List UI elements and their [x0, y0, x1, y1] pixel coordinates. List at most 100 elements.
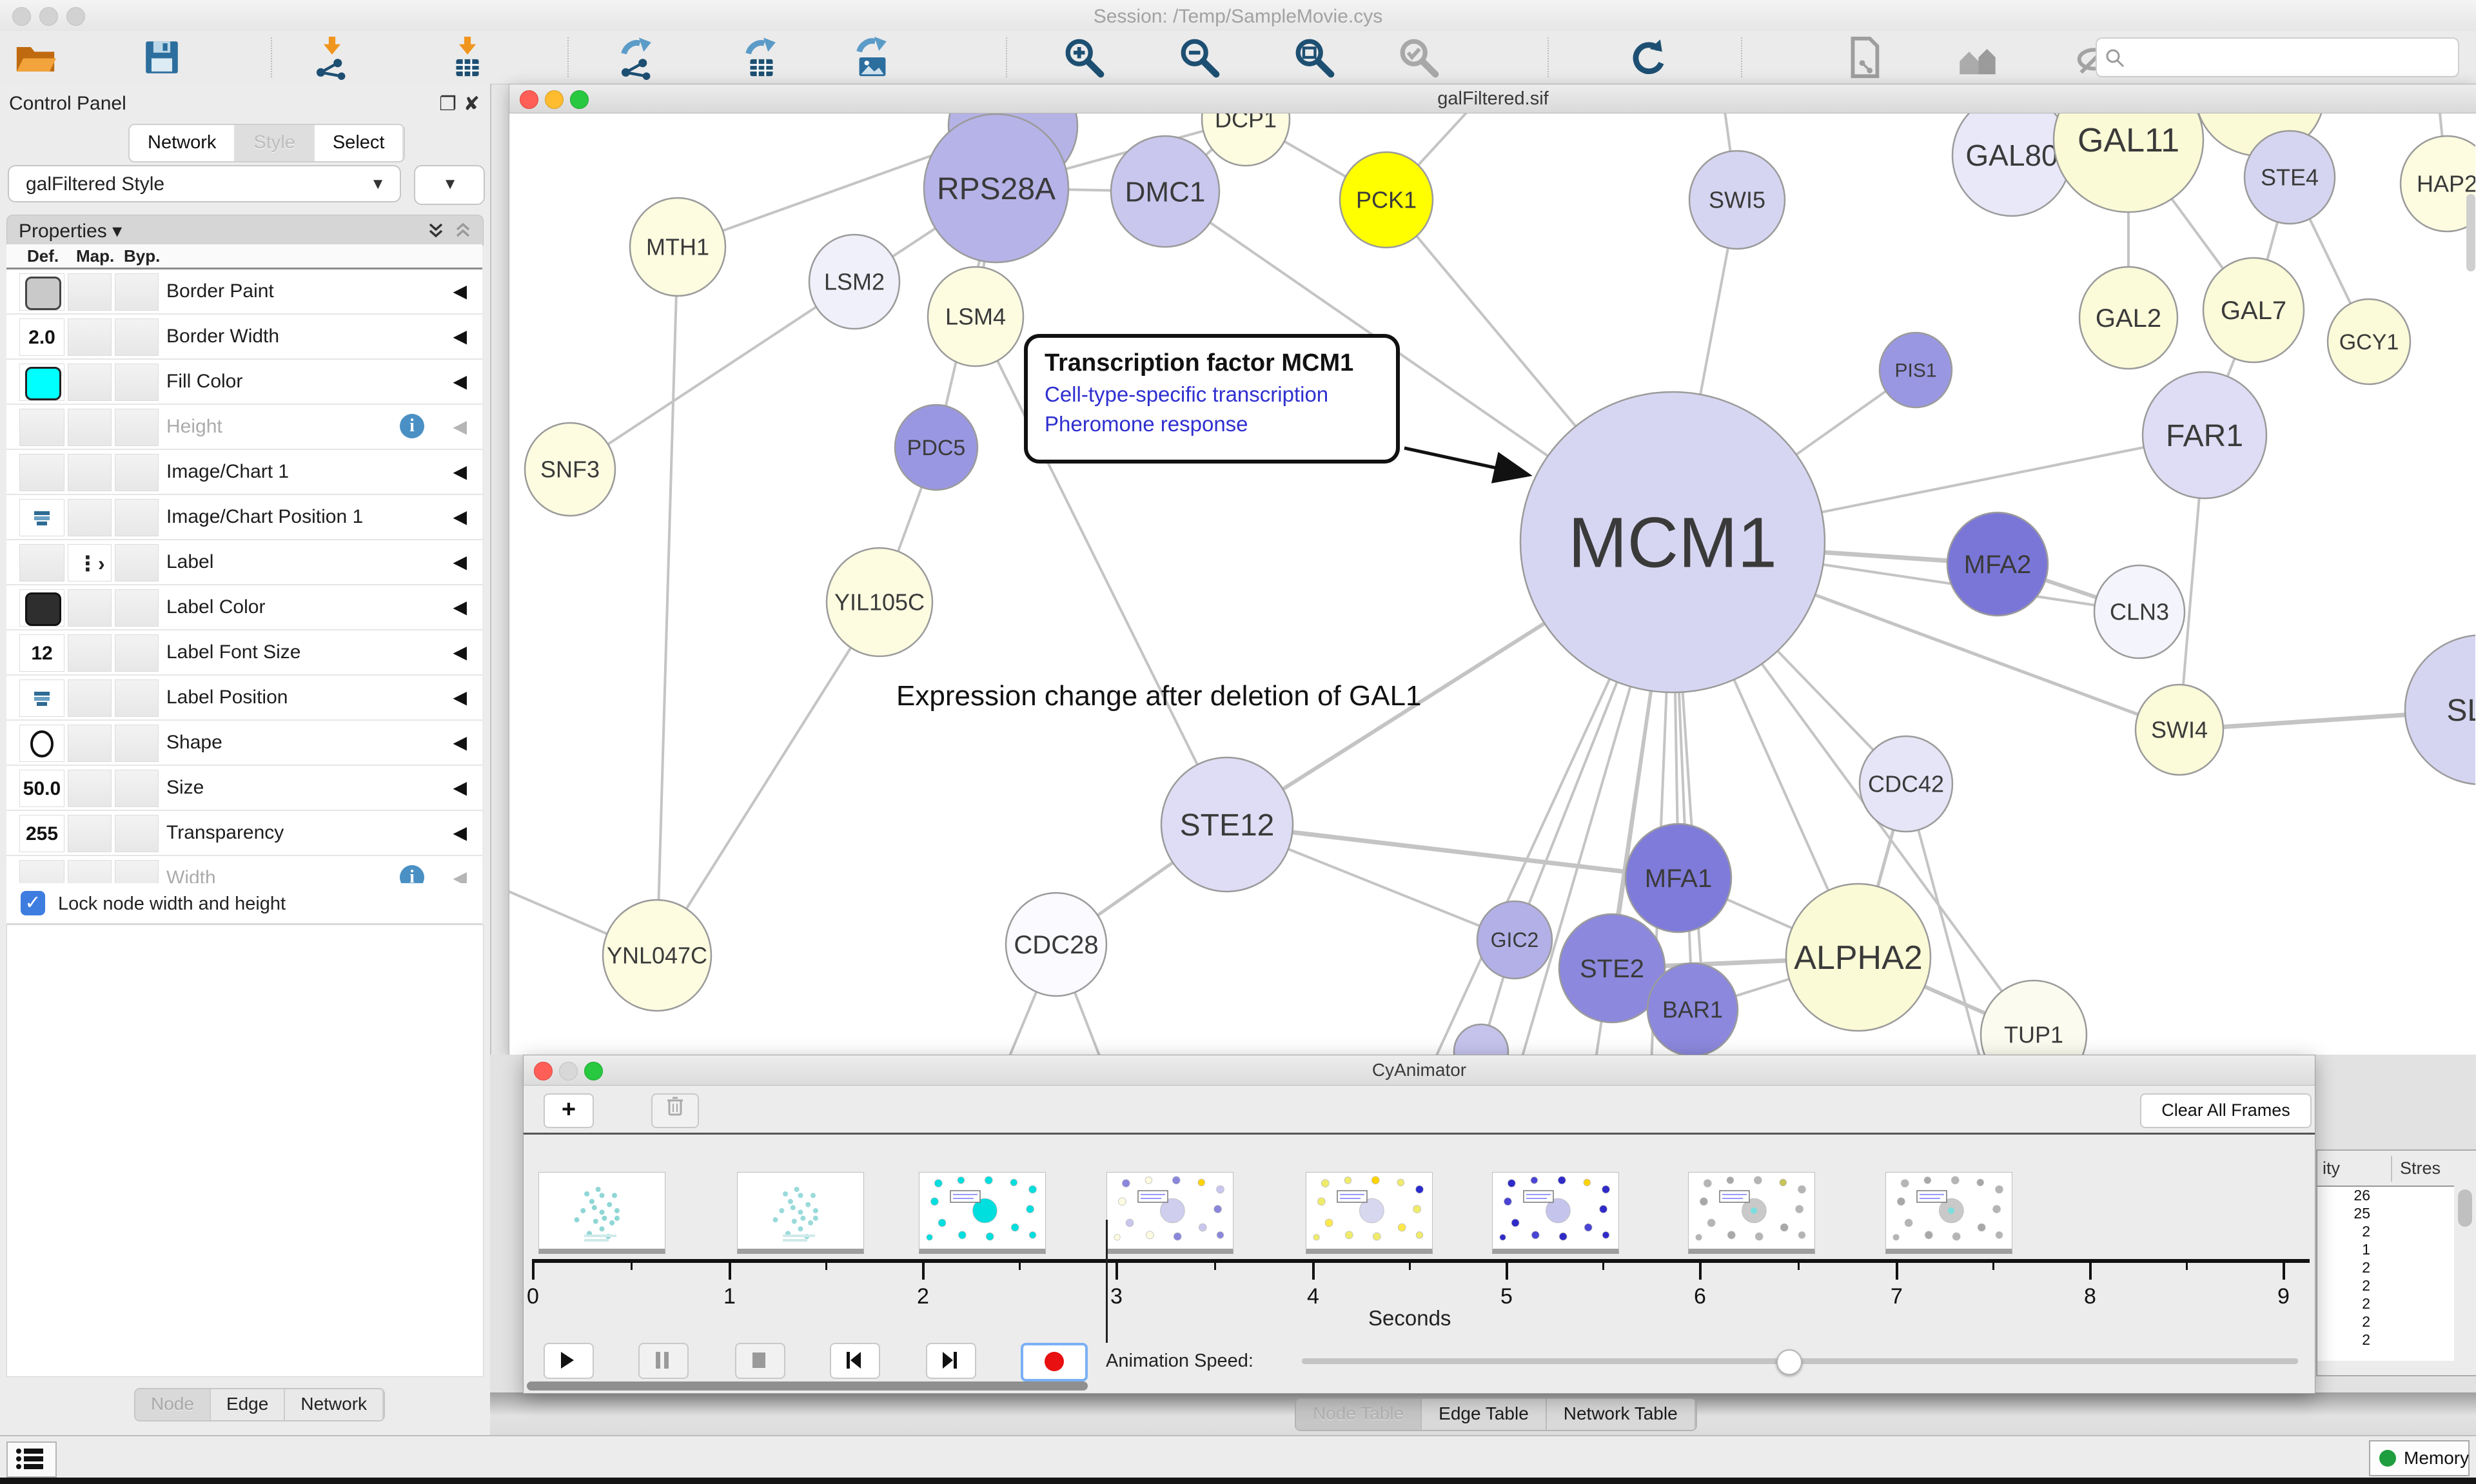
network-node-SWI4[interactable]: SWI4	[2136, 685, 2223, 775]
default-value-cell[interactable]: 255	[19, 815, 64, 852]
network-vscrollbar[interactable]	[2466, 194, 2475, 271]
network-canvas[interactable]: DCP1RPS28ADMC1PCK1SWI5GAL80GAL11STE4HAP2…	[509, 113, 2475, 1055]
bypass-cell[interactable]	[115, 499, 159, 536]
task-history-button[interactable]	[6, 1441, 57, 1478]
default-value-cell[interactable]	[19, 725, 64, 762]
network-node-MFA1[interactable]: MFA1	[1626, 824, 1731, 932]
timeline-frame-6[interactable]	[1492, 1172, 1619, 1254]
table-row[interactable]: 26	[2317, 1187, 2454, 1205]
bypass-cell[interactable]	[115, 770, 159, 807]
table-row[interactable]: 2	[2317, 1331, 2454, 1349]
mapping-cell[interactable]	[68, 364, 112, 401]
bypass-cell[interactable]	[115, 409, 159, 446]
table-column-connectivity[interactable]: ity	[2323, 1158, 2340, 1178]
play-button[interactable]	[544, 1343, 594, 1379]
mapping-cell[interactable]	[68, 770, 112, 807]
animator-hscrollbar[interactable]	[527, 1381, 1088, 1391]
mapping-cell[interactable]	[68, 589, 112, 627]
info-icon[interactable]: i	[400, 414, 424, 438]
network-node-GIC2[interactable]: GIC2	[1477, 901, 1552, 979]
table-row[interactable]: 1	[2317, 1241, 2454, 1259]
style-tab-network[interactable]: Network	[285, 1389, 384, 1420]
expand-row-icon[interactable]: ◀	[453, 732, 467, 753]
expand-row-icon[interactable]: ◀	[453, 687, 467, 708]
expand-row-icon[interactable]: ◀	[453, 326, 467, 347]
bypass-cell[interactable]	[115, 589, 159, 627]
collapse-all-icon[interactable]	[452, 219, 474, 241]
network-node-CLN3[interactable]: CLN3	[2094, 565, 2185, 658]
default-value-cell[interactable]: 50.0	[19, 770, 64, 807]
expand-all-icon[interactable]	[425, 219, 447, 241]
clear-all-frames-button[interactable]: Clear All Frames	[2140, 1093, 2312, 1128]
default-value-cell[interactable]	[19, 454, 64, 491]
expand-row-icon[interactable]: ◀	[453, 461, 467, 482]
table-row[interactable]: 2	[2317, 1295, 2454, 1313]
network-node-PDC5[interactable]: PDC5	[895, 405, 978, 490]
tab-node-table[interactable]: Node Table	[1296, 1399, 1422, 1430]
network-node-STE12[interactable]: STE12	[1161, 757, 1293, 892]
network-file-icon[interactable]	[1842, 35, 1887, 80]
default-value-cell[interactable]	[19, 499, 64, 536]
network-node-PIS1[interactable]: PIS1	[1880, 333, 1952, 407]
mapping-cell[interactable]	[68, 409, 112, 446]
network-node-BAR1[interactable]: BAR1	[1647, 963, 1738, 1055]
mapping-cell[interactable]	[68, 815, 112, 852]
network-node-LSM4[interactable]: LSM4	[928, 267, 1023, 366]
network-node-SWI5[interactable]: SWI5	[1689, 151, 1785, 249]
bypass-cell[interactable]	[115, 679, 159, 717]
pause-button[interactable]	[638, 1343, 689, 1379]
default-value-cell[interactable]	[19, 679, 64, 717]
network-edge[interactable]	[657, 602, 879, 955]
tab-style[interactable]: Style	[235, 125, 314, 161]
import-table-icon[interactable]	[445, 35, 490, 80]
bypass-cell[interactable]	[115, 725, 159, 762]
bypass-cell[interactable]	[115, 634, 159, 672]
network-node-MCM1[interactable]: MCM1	[1520, 392, 1825, 692]
table-row[interactable]: 25	[2317, 1205, 2454, 1223]
home-network-icon[interactable]	[1955, 35, 2000, 80]
default-value-cell[interactable]	[19, 409, 64, 446]
frames-timeline[interactable]: 0123456789 Seconds	[524, 1135, 2315, 1326]
timeline-frame-3[interactable]	[919, 1172, 1046, 1254]
style-options-button[interactable]: ▼	[414, 165, 485, 205]
network-node-RPS28A[interactable]: RPS28A	[924, 114, 1068, 262]
skip-start-button[interactable]	[830, 1343, 880, 1379]
tab-select[interactable]: Select	[315, 125, 404, 161]
network-node-MFA2[interactable]: MFA2	[1947, 513, 2048, 616]
tab-network-table[interactable]: Network Table	[1547, 1399, 1696, 1430]
mapping-cell[interactable]	[68, 273, 112, 311]
expand-row-icon[interactable]: ◀	[453, 551, 467, 572]
network-node-GAL80[interactable]: GAL80	[1952, 113, 2071, 216]
zoom-fit-icon[interactable]	[1292, 35, 1337, 80]
network-node-DCP1[interactable]: DCP1	[1202, 113, 1290, 166]
network-window-titlebar[interactable]: galFiltered.sif	[509, 84, 2476, 113]
bypass-cell[interactable]	[115, 815, 159, 852]
timeline-frame-7[interactable]	[1688, 1172, 1815, 1254]
expand-row-icon[interactable]: ◀	[453, 371, 467, 392]
bypass-cell[interactable]	[115, 364, 159, 401]
style-tab-edge[interactable]: Edge	[211, 1389, 285, 1420]
expand-row-icon[interactable]: ◀	[453, 641, 467, 663]
mapping-cell[interactable]	[68, 454, 112, 491]
export-network-icon[interactable]	[614, 35, 660, 80]
timeline-frame-2[interactable]	[737, 1172, 864, 1254]
expand-row-icon[interactable]: ◀	[453, 506, 467, 527]
default-value-cell[interactable]: 12	[19, 634, 64, 672]
network-node-CDC42[interactable]: CDC42	[1860, 736, 1952, 832]
timeline-frame-4[interactable]	[1106, 1172, 1233, 1254]
open-session-icon[interactable]	[13, 35, 58, 80]
network-node-SNF3[interactable]: SNF3	[525, 423, 615, 516]
zoom-in-icon[interactable]	[1061, 35, 1106, 80]
annotation-box[interactable]: Transcription factor MCM1 Cell-type-spec…	[1024, 334, 1400, 464]
default-value-cell[interactable]: 2.0	[19, 318, 64, 356]
network-node-DMC1[interactable]: DMC1	[1111, 136, 1219, 247]
default-value-cell[interactable]	[19, 544, 64, 581]
search-input[interactable]	[2096, 37, 2459, 77]
bypass-cell[interactable]	[115, 318, 159, 356]
network-node-SLT2[interactable]: SLT2	[2405, 635, 2475, 785]
bypass-cell[interactable]	[115, 544, 159, 581]
network-node-FAR1[interactable]: FAR1	[2143, 372, 2266, 498]
refresh-icon[interactable]	[1624, 35, 1669, 80]
timeline-frame-5[interactable]	[1306, 1172, 1433, 1254]
skip-end-button[interactable]	[926, 1343, 976, 1379]
